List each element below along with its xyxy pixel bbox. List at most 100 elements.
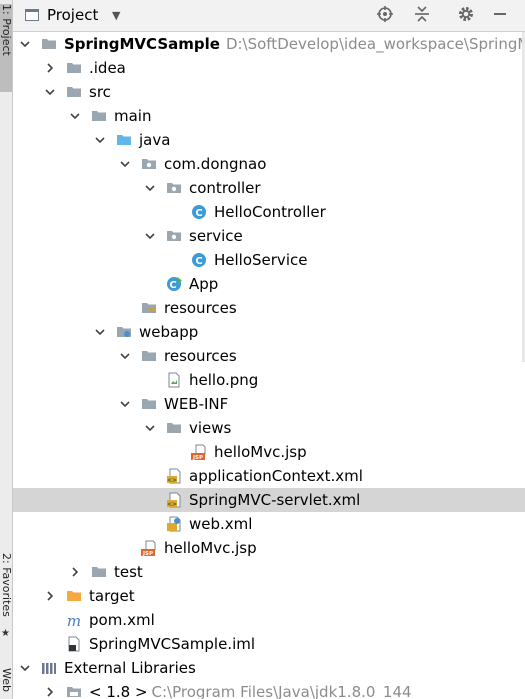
svg-text:m: m xyxy=(67,612,81,628)
tree-node-label: views xyxy=(189,419,231,437)
tree-node-label: HelloService xyxy=(214,251,307,269)
tree-node[interactable]: resources xyxy=(13,296,525,320)
project-tree[interactable]: SpringMVCSample D:\SoftDevelop\idea_works… xyxy=(13,32,525,699)
chevron-right-icon[interactable] xyxy=(68,560,82,584)
tree-node[interactable]: webapp xyxy=(13,320,525,344)
web-xml-file-icon xyxy=(166,516,182,532)
tree-node-label: WEB-INF xyxy=(164,395,228,413)
tree-node-label: SpringMVCSample D:\SoftDevelop\idea_works… xyxy=(64,35,525,53)
chevron-down-icon[interactable]: ▼ xyxy=(112,9,120,22)
tree-node[interactable]: java xyxy=(13,128,525,152)
tree-node-name: WEB-INF xyxy=(164,395,229,413)
tree-node[interactable]: JSP helloMvc.jsp xyxy=(13,440,525,464)
chevron-right-icon[interactable] xyxy=(43,680,57,699)
tree-node-label: com.dongnao xyxy=(164,155,266,173)
tree-node[interactable]: web.xml xyxy=(13,512,525,536)
tree-node-name: web.xml xyxy=(189,515,253,533)
chevron-down-icon[interactable] xyxy=(143,224,157,248)
maven-pom-icon: m xyxy=(66,612,82,630)
spring-xml-file-icon: <> xyxy=(166,492,182,508)
spring-xml-file-icon: <> xyxy=(166,468,182,484)
gear-icon[interactable] xyxy=(456,5,476,25)
web-folder-icon xyxy=(116,324,132,340)
tree-node-label: target xyxy=(89,587,135,605)
tree-node[interactable]: test xyxy=(13,560,525,584)
tree-node[interactable]: < 1.8 > C:\Program Files\Java\jdk1.8.0_14… xyxy=(13,680,525,699)
chevron-down-icon[interactable] xyxy=(118,344,132,368)
project-panel-header: Project ▼ xyxy=(13,0,525,32)
chevron-down-icon[interactable] xyxy=(93,128,107,152)
tree-node[interactable]: src xyxy=(13,80,525,104)
tree-node-label: web.xml xyxy=(189,515,252,533)
tree-node[interactable]: SpringMVCSample.iml xyxy=(13,632,525,656)
excluded-folder-icon xyxy=(66,588,82,604)
web-tool-tab[interactable]: Web xyxy=(0,668,12,699)
tree-node-name: resources xyxy=(164,347,237,365)
tree-node-label: pom.xml xyxy=(89,611,155,629)
tree-node[interactable]: com.dongnao xyxy=(13,152,525,176)
project-tool-tab-label: 1: Project xyxy=(0,4,13,56)
tree-node-label: SpringMVC-servlet.xml xyxy=(189,491,360,509)
tree-node[interactable]: <> applicationContext.xml xyxy=(13,464,525,488)
tree-node[interactable]: <> SpringMVC-servlet.xml xyxy=(13,488,525,512)
chevron-down-icon[interactable] xyxy=(18,32,32,56)
tree-node[interactable]: C HelloController xyxy=(13,200,525,224)
java-class-icon: C xyxy=(191,252,207,268)
jsp-file-icon: JSP xyxy=(141,540,157,557)
tree-node[interactable]: controller xyxy=(13,176,525,200)
folder-icon xyxy=(91,564,107,580)
project-tool-tab[interactable]: 1: Project xyxy=(0,4,12,92)
tree-node[interactable]: m pom.xml xyxy=(13,608,525,632)
tree-node-label: SpringMVCSample.iml xyxy=(89,635,255,653)
tree-node-label: resources xyxy=(164,299,237,317)
tree-node-label: test xyxy=(114,563,143,581)
tree-node[interactable]: target xyxy=(13,584,525,608)
chevron-right-icon[interactable] xyxy=(43,584,57,608)
image-file-icon xyxy=(166,372,182,388)
tree-node[interactable]: .idea xyxy=(13,56,525,80)
chevron-down-icon[interactable] xyxy=(68,104,82,128)
chevron-down-icon[interactable] xyxy=(93,320,107,344)
jsp-file-icon: JSP xyxy=(191,444,207,461)
tree-node-label: main xyxy=(114,107,151,125)
tree-node[interactable]: External Libraries xyxy=(13,656,525,680)
collapse-all-icon[interactable] xyxy=(412,5,432,25)
chevron-down-icon[interactable] xyxy=(118,152,132,176)
tree-node-label: < 1.8 > C:\Program Files\Java\jdk1.8.0_14… xyxy=(89,683,412,699)
tree-node-name: helloMvc.jsp xyxy=(214,443,307,461)
tree-node[interactable]: JSP helloMvc.jsp xyxy=(13,536,525,560)
tree-node[interactable]: views xyxy=(13,416,525,440)
chevron-down-icon[interactable] xyxy=(43,80,57,104)
tree-node-label: applicationContext.xml xyxy=(189,467,363,485)
tree-node-name: applicationContext.xml xyxy=(189,467,363,485)
package-icon xyxy=(166,180,182,196)
svg-text:C: C xyxy=(195,256,202,267)
chevron-down-icon[interactable] xyxy=(143,416,157,440)
tree-node[interactable]: resources xyxy=(13,344,525,368)
tree-node-name: java xyxy=(139,131,171,149)
tree-node[interactable]: service xyxy=(13,224,525,248)
favorites-tool-tab[interactable]: 2: Favorites xyxy=(0,553,12,625)
favorites-tool-tab-label: 2: Favorites xyxy=(0,553,13,617)
tree-node-label: App xyxy=(189,275,218,293)
tree-node[interactable]: C HelloService xyxy=(13,248,525,272)
jdk-icon xyxy=(66,684,82,699)
tree-node-name: SpringMVC-servlet.xml xyxy=(189,491,361,509)
tree-node[interactable]: C App xyxy=(13,272,525,296)
tree-node[interactable]: main xyxy=(13,104,525,128)
chevron-down-icon[interactable] xyxy=(18,656,32,680)
svg-text:C: C xyxy=(195,208,202,219)
chevron-right-icon[interactable] xyxy=(43,56,57,80)
locate-icon[interactable] xyxy=(375,5,395,25)
tree-node[interactable]: hello.png xyxy=(13,368,525,392)
tree-node[interactable]: SpringMVCSample D:\SoftDevelop\idea_works… xyxy=(13,32,525,56)
tree-node-name: helloMvc.jsp xyxy=(164,539,257,557)
minimize-icon[interactable] xyxy=(490,5,510,25)
chevron-down-icon[interactable] xyxy=(143,176,157,200)
tree-node-name: SpringMVCSample.iml xyxy=(89,635,256,653)
tree-node-name: App xyxy=(189,275,219,293)
tree-node[interactable]: WEB-INF xyxy=(13,392,525,416)
folder-icon xyxy=(66,60,82,76)
chevron-down-icon[interactable] xyxy=(118,392,132,416)
panel-title-dropdown[interactable]: Project xyxy=(47,6,98,24)
